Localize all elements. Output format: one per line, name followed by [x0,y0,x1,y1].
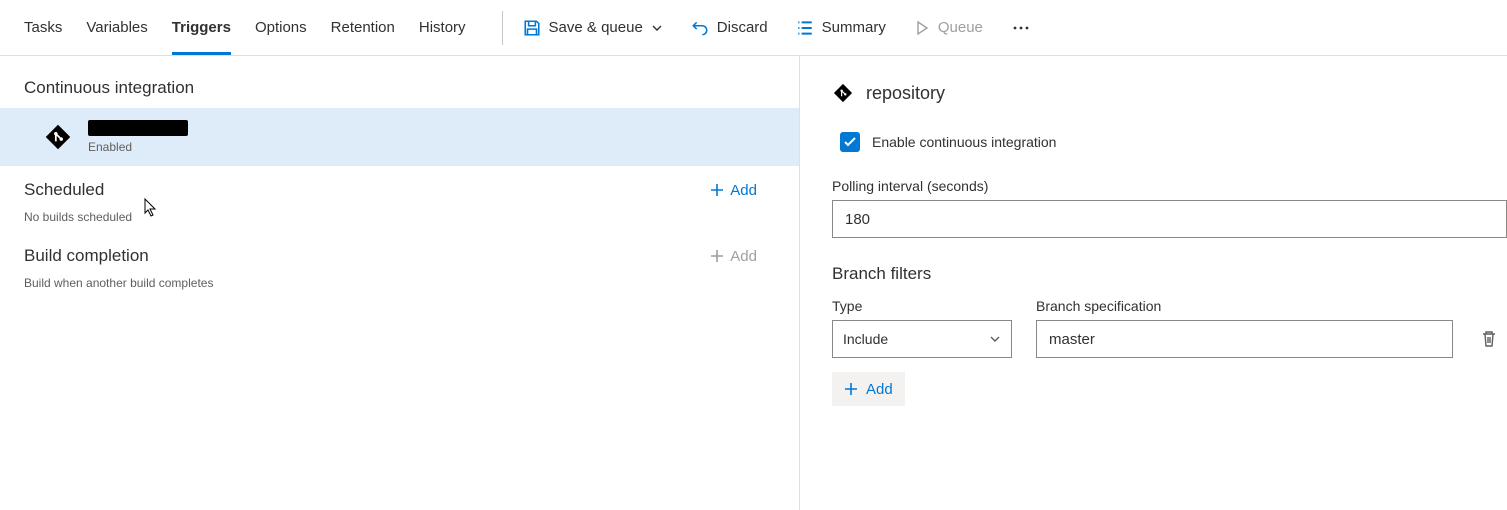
right-panel: repository Enable continuous integration… [800,56,1507,510]
discard-button[interactable]: Discard [691,19,768,37]
type-dropdown[interactable]: Include [832,320,1012,358]
build-completion-add-button[interactable]: Add [710,248,757,265]
more-button[interactable] [1011,20,1031,36]
scheduled-add-label: Add [730,182,757,199]
polling-group: Polling interval (seconds) [832,178,1507,238]
main: Continuous integration Enabled Scheduled… [0,56,1507,510]
build-completion-sub: Build when another build completes [0,276,799,298]
tab-retention[interactable]: Retention [331,0,395,55]
add-filter-button[interactable]: Add [832,372,905,406]
panel-header-text: repository [866,83,945,104]
repo-name-wrap: Enabled [88,120,188,154]
tab-history[interactable]: History [419,0,466,55]
branch-spec-label: Branch specification [1036,298,1453,314]
chevron-down-icon [989,333,1001,345]
repo-name-redacted [88,120,188,136]
chevron-down-icon [651,22,663,34]
tab-triggers[interactable]: Triggers [172,0,231,55]
more-icon [1011,20,1031,36]
type-column: Type Include [832,298,1012,358]
repo-status: Enabled [88,140,188,154]
type-value: Include [843,331,888,347]
tab-tasks[interactable]: Tasks [24,0,62,55]
branch-spec-column: Branch specification [1036,298,1453,358]
list-icon [796,19,814,37]
ci-title-text: Continuous integration [24,78,194,98]
polling-input[interactable] [832,200,1507,238]
play-icon [914,20,930,36]
left-panel: Continuous integration Enabled Scheduled… [0,56,800,510]
build-completion-text: Build completion [24,246,149,266]
tabs: Tasks Variables Triggers Options Retenti… [24,0,466,55]
tab-options[interactable]: Options [255,0,307,55]
save-queue-label: Save & queue [549,19,643,36]
plus-icon [710,183,724,197]
save-queue-button[interactable]: Save & queue [523,19,663,37]
build-completion-add-label: Add [730,248,757,265]
scheduled-add-button[interactable]: Add [710,182,757,199]
queue-label: Queue [938,19,983,36]
plus-icon [710,249,724,263]
branch-spec-input[interactable] [1036,320,1453,358]
undo-icon [691,19,709,37]
plus-icon [844,382,858,396]
ci-repo-row[interactable]: Enabled [0,108,799,166]
scheduled-section-title: Scheduled Add [0,166,799,210]
panel-header: repository [832,82,1507,104]
scheduled-empty: No builds scheduled [0,210,799,232]
git-icon [44,123,72,151]
discard-label: Discard [717,19,768,36]
git-icon [832,82,854,104]
queue-button[interactable]: Queue [914,19,983,36]
ci-section-title: Continuous integration [0,64,799,108]
enable-ci-row: Enable continuous integration [840,132,1507,152]
toolbar-actions: Save & queue Discard Summary Queue [523,19,1031,37]
scheduled-title-text: Scheduled [24,180,104,200]
enable-ci-checkbox[interactable] [840,132,860,152]
build-completion-title: Build completion Add [0,232,799,276]
toolbar: Tasks Variables Triggers Options Retenti… [0,0,1507,56]
branch-filter-row: Type Include Branch specification [832,298,1507,358]
enable-ci-label: Enable continuous integration [872,134,1056,150]
branch-filters-title: Branch filters [832,264,1507,284]
summary-button[interactable]: Summary [796,19,886,37]
check-icon [843,135,857,149]
trash-icon [1481,330,1497,348]
polling-label: Polling interval (seconds) [832,178,1507,194]
summary-label: Summary [822,19,886,36]
toolbar-separator [502,11,503,45]
add-filter-label: Add [866,381,893,398]
tab-variables[interactable]: Variables [86,0,147,55]
save-icon [523,19,541,37]
delete-filter-button[interactable] [1477,320,1501,358]
type-label: Type [832,298,1012,314]
